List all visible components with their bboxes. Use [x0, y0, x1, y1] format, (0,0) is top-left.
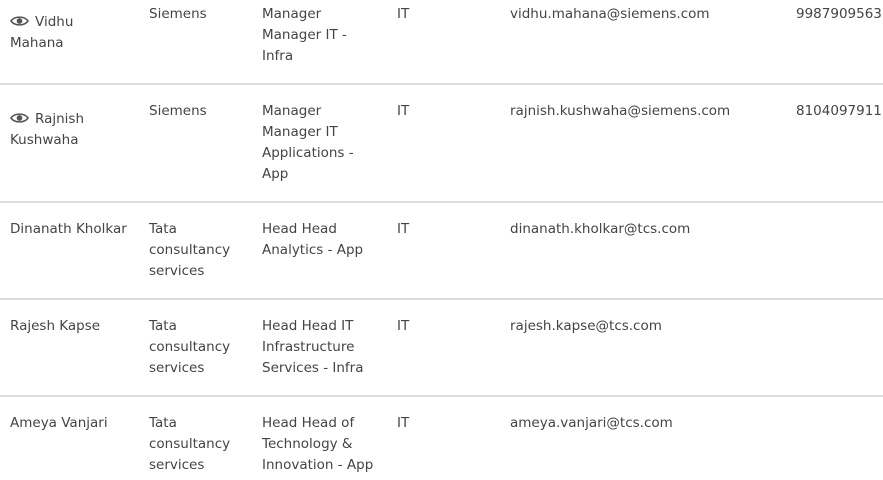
designation-cell: Head Head IT Infrastructure Services - I…	[262, 316, 390, 379]
company-line: services	[149, 263, 205, 279]
company-line: Tata	[149, 318, 177, 334]
row-divider	[0, 395, 883, 397]
company-line: Tata	[149, 415, 177, 431]
company-line: consultancy	[149, 339, 231, 355]
designation-cell: Manager Manager IT Applications - App	[262, 101, 390, 185]
designation-line: Head Head IT	[262, 318, 354, 334]
designation-line: App	[262, 166, 289, 182]
designation-line: Head Head	[262, 221, 337, 237]
email-cell[interactable]: dinanath.kholkar@tcs.com	[510, 219, 790, 240]
designation-line: Infrastructure	[262, 339, 355, 355]
designation-cell: Manager Manager IT - Infra	[262, 4, 390, 67]
department-cell: IT	[397, 221, 410, 237]
designation-cell: Head Head of Technology & Innovation - A…	[262, 413, 390, 476]
company-cell: Siemens	[149, 4, 255, 25]
row-divider	[0, 298, 883, 300]
designation-line: Head Head of	[262, 415, 355, 431]
company-line: services	[149, 360, 205, 376]
department-cell: IT	[397, 6, 410, 22]
designation-line: Manager	[262, 6, 322, 22]
email-cell[interactable]: rajnish.kushwaha@siemens.com	[510, 101, 790, 122]
company-line: services	[149, 457, 205, 473]
row-divider	[0, 201, 883, 203]
contact-name[interactable]: Rajesh Kapse	[10, 316, 142, 337]
designation-line: Manager	[262, 103, 322, 119]
email-cell[interactable]: rajesh.kapse@tcs.com	[510, 316, 790, 337]
contacts-table: Vidhu Mahana Siemens Manager Manager IT …	[0, 0, 883, 480]
company-name: Siemens	[149, 103, 207, 119]
designation-line: Analytics - App	[262, 242, 364, 258]
company-cell: Tata consultancy services	[149, 316, 255, 379]
department-cell: IT	[397, 103, 410, 119]
designation-cell: Head Head Analytics - App	[262, 219, 390, 261]
company-line: consultancy	[149, 436, 231, 452]
designation-line: Services - Infra	[262, 360, 364, 376]
contact-name-cell: Ameya Vanjari	[10, 413, 142, 434]
designation-line: Manager IT -	[262, 27, 347, 43]
phone-cell: 8104097911	[796, 103, 882, 119]
designation-line: Technology &	[262, 436, 353, 452]
contact-name[interactable]: Ameya Vanjari	[10, 413, 142, 434]
contact-name[interactable]: Dinanath Kholkar	[10, 219, 142, 240]
department-cell: IT	[397, 415, 410, 431]
email-cell[interactable]: vidhu.mahana@siemens.com	[510, 4, 790, 25]
contact-name-cell: Rajnish Kushwaha	[10, 109, 142, 151]
contact-name-cell: Vidhu Mahana	[10, 12, 142, 54]
designation-line: Innovation - App	[262, 457, 374, 473]
company-line: consultancy	[149, 242, 231, 258]
designation-line: Applications -	[262, 145, 354, 161]
email-cell[interactable]: ameya.vanjari@tcs.com	[510, 413, 790, 434]
contact-name[interactable]: Rajnish	[35, 111, 84, 127]
company-cell: Tata consultancy services	[149, 219, 255, 282]
company-cell: Siemens	[149, 101, 255, 122]
designation-line: Infra	[262, 48, 294, 64]
company-line: Tata	[149, 221, 177, 237]
row-divider	[0, 83, 883, 85]
contact-name-cell: Dinanath Kholkar	[10, 219, 142, 240]
company-cell: Tata consultancy services	[149, 413, 255, 476]
phone-cell: 9987909563	[796, 6, 882, 22]
eye-icon[interactable]	[10, 15, 29, 27]
contact-name[interactable]: Kushwaha	[10, 130, 142, 151]
department-cell: IT	[397, 318, 410, 334]
contact-name-cell: Rajesh Kapse	[10, 316, 142, 337]
contact-name[interactable]: Mahana	[10, 33, 142, 54]
company-name: Siemens	[149, 6, 207, 22]
designation-line: Manager IT	[262, 124, 338, 140]
contact-name[interactable]: Vidhu	[35, 14, 73, 30]
eye-icon[interactable]	[10, 112, 29, 124]
